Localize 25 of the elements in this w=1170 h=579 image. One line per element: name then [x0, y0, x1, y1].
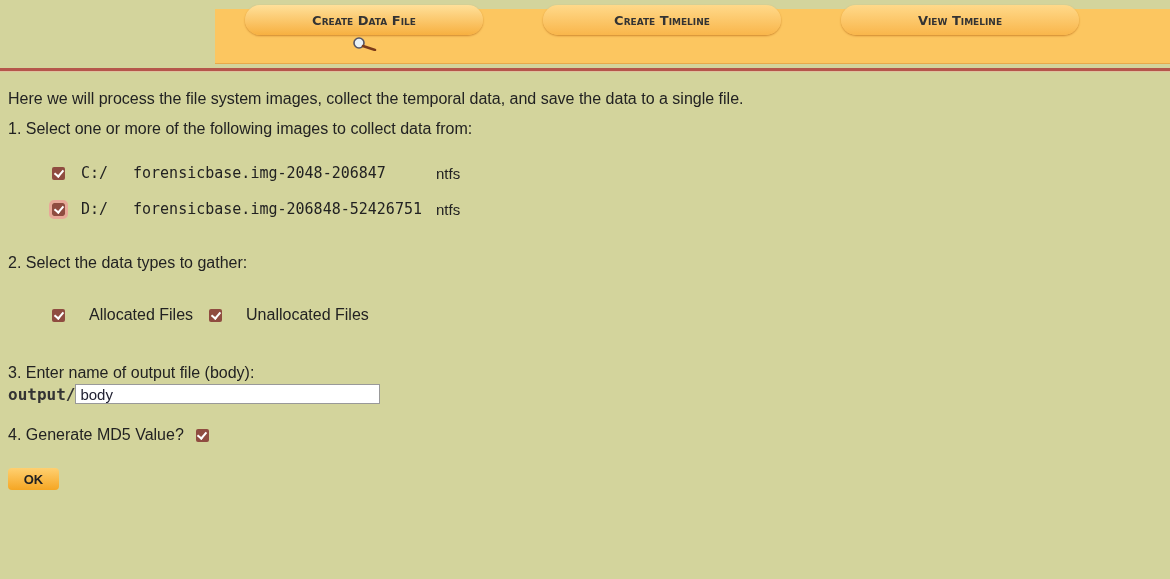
step-label: 3. Enter name of output file (body): [8, 364, 256, 382]
input-field[interactable]: body [75, 384, 381, 404]
step-label: 2. Select the data types to gather: [8, 254, 249, 272]
checkbox[interactable] [195, 428, 209, 442]
intro-text: Here we will process the file system images, collect the temporal data, and save the data to a single file. [8, 90, 745, 108]
drive-label: C:/ [81, 164, 110, 182]
path-prefix: output/ [8, 384, 76, 404]
step-label: 1. Select one or more of the following images to collect data from: [8, 120, 474, 138]
checkbox-label: Unallocated Files [246, 306, 369, 324]
filesystem-label: ntfs [436, 164, 461, 182]
tab[interactable]: View Timeline [841, 5, 1079, 35]
checkbox[interactable] [52, 202, 65, 216]
drive-label: D:/ [81, 200, 110, 218]
magnifier-icon [351, 37, 377, 51]
tab[interactable]: Create Data File [245, 5, 483, 35]
image-filename: forensicbase.img-206848-52426751 [133, 200, 423, 218]
checkbox[interactable] [209, 308, 223, 322]
step-label: 4. Generate MD5 Value? [8, 426, 184, 444]
filesystem-label: ntfs [436, 200, 461, 218]
ok-button[interactable]: OK [8, 468, 59, 490]
checkbox[interactable] [52, 308, 65, 322]
checkbox-label: Allocated Files [89, 306, 194, 324]
image-filename: forensicbase.img-2048-206847 [133, 164, 387, 182]
checkbox[interactable] [52, 166, 65, 180]
tab[interactable]: Create Timeline [543, 5, 781, 35]
